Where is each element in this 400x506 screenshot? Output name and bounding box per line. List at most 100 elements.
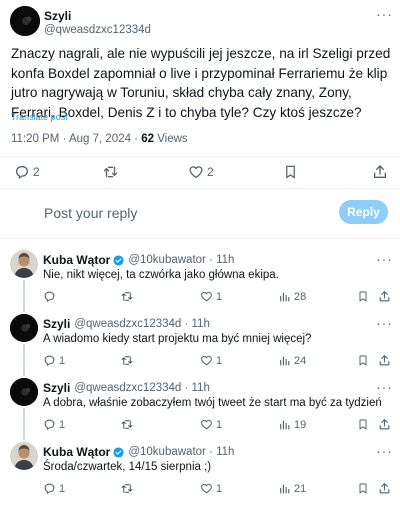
like-button[interactable]: 2 (188, 163, 214, 181)
share-button[interactable] (378, 354, 391, 367)
bookmark-icon (357, 290, 369, 303)
like-count: 1 (216, 418, 223, 431)
like-button[interactable]: 1 (200, 482, 222, 495)
reply-text: Nie, nikt więcej, ta czwórka jako główna… (43, 269, 279, 281)
reply-author-handle[interactable]: @10kubawator · 11h (128, 254, 234, 266)
like-icon (188, 164, 204, 180)
views-count: 21 (294, 482, 307, 495)
reply-input[interactable]: Post your reply (44, 205, 137, 221)
reply-icon (14, 164, 30, 180)
reply-count: 1 (59, 418, 66, 431)
repost-icon (120, 418, 134, 431)
share-icon (378, 418, 391, 431)
like-count: 1 (216, 290, 223, 303)
bookmark-icon (357, 482, 369, 495)
reply-text: Środa/czwartek, 14/15 sierpnia ;) (43, 461, 212, 473)
like-count: 1 (216, 354, 223, 367)
author-handle[interactable]: @qweasdzxc12334d (44, 24, 151, 36)
author-name[interactable]: Szyli (44, 9, 71, 23)
repost-button[interactable] (120, 418, 134, 431)
views-button[interactable]: 21 (278, 482, 306, 495)
reply-author-name[interactable]: Kuba Wątor (43, 253, 110, 267)
post-text: Znaczy nagrali, ale nie wypuścili jej je… (11, 46, 391, 120)
views-button[interactable]: 28 (278, 290, 306, 303)
repost-button[interactable] (120, 354, 134, 367)
views-button[interactable]: 19 (278, 418, 306, 431)
bookmark-button[interactable] (357, 354, 369, 367)
views-count: 19 (294, 418, 307, 431)
reply-button[interactable]: 2 (14, 163, 40, 181)
like-count: 2 (207, 165, 214, 179)
share-icon (378, 290, 391, 303)
reply-button[interactable]: 1 (43, 354, 65, 367)
reply-button[interactable]: 1 (43, 482, 65, 495)
repost-button[interactable] (120, 290, 134, 303)
reply-author-name[interactable]: Szyli (43, 381, 70, 395)
repost-button[interactable] (102, 163, 119, 181)
bookmark-button[interactable] (283, 163, 298, 181)
like-icon (200, 354, 213, 367)
verified-icon (113, 446, 124, 458)
bookmark-icon (283, 164, 298, 180)
reply-text: A dobra, właśnie zobaczyłem twój tweet ż… (43, 397, 382, 409)
share-icon (372, 164, 388, 180)
reply-header: Szyli @qweasdzxc12334d · 11h (43, 381, 210, 395)
share-icon (378, 354, 391, 367)
reply-submit-button[interactable]: Reply (339, 200, 388, 224)
thread-connector (23, 408, 25, 440)
share-button[interactable] (378, 482, 391, 495)
views-icon (278, 290, 291, 303)
avatar[interactable] (10, 378, 38, 406)
views-count: 62 (141, 133, 154, 145)
repost-icon (120, 482, 134, 495)
reply-text: A wiadomo kiedy start projektu ma być mn… (43, 333, 312, 345)
views-count: 24 (294, 354, 307, 367)
reply-author-handle[interactable]: @10kubawator · 11h (128, 446, 234, 458)
reply-button[interactable]: 1 (43, 418, 65, 431)
reply-button[interactable] (43, 290, 59, 303)
bookmark-button[interactable] (357, 482, 369, 495)
post-timestamp[interactable]: 11:20 PM · Aug 7, 2024 · (11, 133, 141, 145)
like-icon (200, 482, 213, 495)
views-count: 28 (294, 290, 307, 303)
reply-count: 1 (59, 482, 66, 495)
reply-icon (43, 290, 56, 303)
more-icon[interactable]: ··· (376, 316, 393, 330)
more-icon[interactable]: ··· (376, 380, 393, 394)
bookmark-button[interactable] (357, 290, 369, 303)
bookmark-button[interactable] (357, 418, 369, 431)
post-meta: 11:20 PM · Aug 7, 2024 · 62 Views (11, 133, 188, 145)
avatar[interactable] (10, 314, 38, 342)
reply-icon (43, 418, 56, 431)
bookmark-icon (357, 354, 369, 367)
reply-author-handle[interactable]: @qweasdzxc12334d · 11h (74, 382, 210, 394)
more-icon[interactable]: ··· (376, 7, 393, 21)
avatar[interactable] (10, 6, 40, 36)
reply-author-name[interactable]: Szyli (43, 317, 70, 331)
thread-connector (23, 280, 25, 312)
repost-icon (120, 354, 134, 367)
avatar[interactable] (10, 250, 38, 278)
like-button[interactable]: 1 (200, 418, 222, 431)
reply-author-name[interactable]: Kuba Wątor (43, 445, 110, 459)
share-icon (378, 482, 391, 495)
reply-count: 2 (33, 165, 40, 179)
reply-icon (43, 482, 56, 495)
views-icon (278, 354, 291, 367)
share-button[interactable] (378, 290, 391, 303)
share-button[interactable] (378, 418, 391, 431)
reply-icon (43, 354, 56, 367)
like-button[interactable]: 1 (200, 290, 222, 303)
views-button[interactable]: 24 (278, 354, 306, 367)
more-icon[interactable]: ··· (376, 252, 393, 266)
like-button[interactable]: 1 (200, 354, 222, 367)
share-button[interactable] (372, 163, 388, 181)
more-icon[interactable]: ··· (376, 444, 393, 458)
reply-author-handle[interactable]: @qweasdzxc12334d · 11h (74, 318, 210, 330)
reply-header: Kuba Wątor @10kubawator · 11h (43, 253, 234, 267)
translate-link[interactable]: Translate post (11, 112, 68, 122)
bookmark-icon (357, 418, 369, 431)
avatar[interactable] (10, 442, 38, 470)
repost-button[interactable] (120, 482, 134, 495)
like-icon (200, 290, 213, 303)
